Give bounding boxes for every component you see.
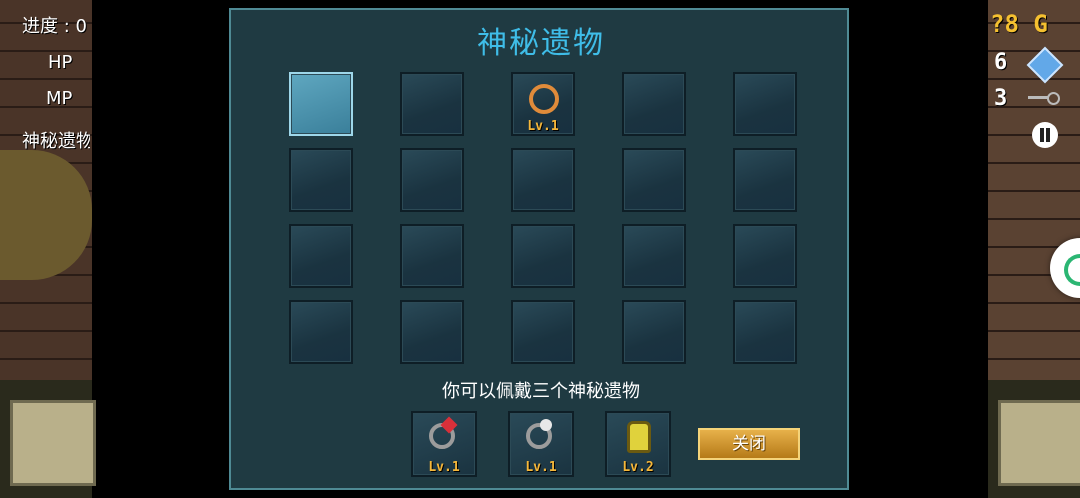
relic-slot[interactable]: [511, 224, 575, 288]
key-count: 3: [994, 86, 1008, 111]
equipped-level-2: Lv.1: [525, 460, 557, 475]
relic-slot[interactable]: [400, 300, 464, 364]
relic-slot[interactable]: [289, 224, 353, 288]
scene-floor-tile-right: [998, 400, 1080, 486]
relic-slot[interactable]: [622, 72, 686, 136]
relic-slot[interactable]: [400, 72, 464, 136]
relic-slot[interactable]: [400, 148, 464, 212]
equipped-level-3: Lv.2: [622, 460, 654, 475]
relic-slot[interactable]: [733, 148, 797, 212]
relic-slot[interactable]: [511, 148, 575, 212]
progress-label: 进度 : 0: [22, 16, 87, 37]
scene-rock: [0, 150, 92, 280]
relic-slot[interactable]: [733, 72, 797, 136]
key-icon: [1028, 92, 1060, 105]
relic-slot[interactable]: [289, 72, 353, 136]
relic-slot[interactable]: [622, 148, 686, 212]
relic-slot[interactable]: [289, 148, 353, 212]
equipped-slot-2[interactable]: Lv.1: [508, 411, 574, 477]
relic-slot[interactable]: [511, 300, 575, 364]
lantern-icon: [627, 421, 651, 453]
scene-left-wall: [0, 0, 96, 498]
equipped-level-1: Lv.1: [428, 460, 460, 475]
relic-slot[interactable]: [733, 224, 797, 288]
relic-hud-label: 神秘遗物: [22, 131, 90, 152]
skull-ring-icon: [540, 419, 552, 431]
relic-slot[interactable]: [733, 300, 797, 364]
relic-slot[interactable]: [622, 224, 686, 288]
close-button[interactable]: 关闭: [698, 428, 800, 460]
relic-slot[interactable]: [400, 224, 464, 288]
relic-slot[interactable]: Lv.1: [511, 72, 575, 136]
gold-counter: ?8 G: [990, 10, 1048, 38]
assistant-icon: [1064, 254, 1080, 286]
mp-label: MP: [46, 88, 73, 109]
scene-floor-tile-left: [10, 400, 96, 486]
pause-button[interactable]: [1032, 122, 1058, 148]
relic-slot[interactable]: [622, 300, 686, 364]
gem-count: 6: [994, 50, 1008, 75]
dialog-title: 神秘遗物: [477, 26, 605, 61]
relic-slot[interactable]: [289, 300, 353, 364]
relic-level: Lv.1: [527, 119, 559, 134]
equipped-slot-1[interactable]: Lv.1: [411, 411, 477, 477]
amulet-icon: [529, 84, 559, 114]
relic-dialog: 神秘遗物 Lv.1 你可以佩戴三个神秘遗物 Lv.1 Lv.1 Lv.2 关闭: [229, 8, 849, 490]
equipped-slot-3[interactable]: Lv.2: [605, 411, 671, 477]
hp-label: HP: [48, 52, 73, 73]
equip-hint: 你可以佩戴三个神秘遗物: [442, 381, 640, 402]
